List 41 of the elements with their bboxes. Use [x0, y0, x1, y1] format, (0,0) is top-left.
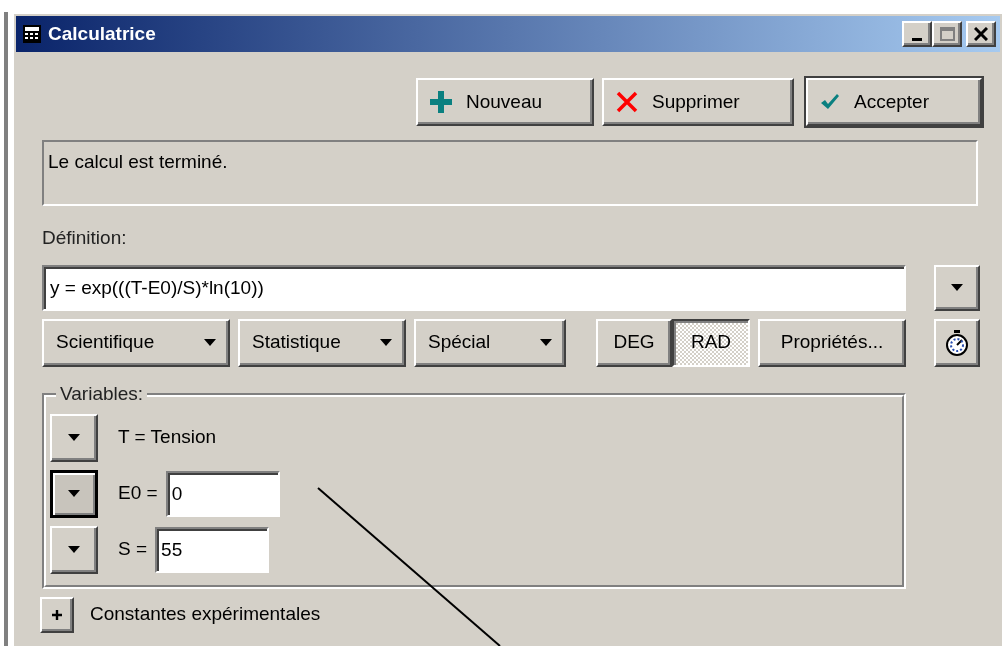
mode-toggle[interactable]: RAD	[672, 318, 750, 367]
toolbar-button[interactable]: Accepter	[806, 78, 982, 126]
caret-icon	[380, 339, 392, 346]
caret-icon	[540, 339, 552, 346]
status-message: Le calcul est terminé.	[42, 140, 978, 206]
caret-icon	[68, 546, 80, 553]
caret-icon	[68, 490, 80, 497]
calculator-icon	[22, 24, 42, 44]
section-label: Constantes expérimentales	[90, 602, 321, 627]
caret-icon	[68, 434, 80, 441]
variable-label: S =	[118, 537, 148, 562]
value-field[interactable]: 0	[165, 470, 280, 517]
variable-label: E0 =	[118, 481, 158, 506]
plus-icon	[52, 609, 62, 620]
caret-icon	[951, 284, 963, 291]
close-button[interactable]	[966, 21, 996, 47]
close-icon	[616, 91, 638, 113]
stopwatch-icon	[945, 329, 969, 356]
caret-icon	[204, 339, 216, 346]
mode-toggle[interactable]: DEG	[596, 318, 672, 367]
minimize-icon	[912, 37, 922, 41]
definition-label: Définition:	[42, 226, 128, 250]
variable-label: T = Tension	[118, 425, 217, 450]
definition-field[interactable]: y = exp(((T-E0)/S)*ln(10))	[42, 264, 906, 311]
expand-button[interactable]	[40, 596, 74, 633]
dropdown-button[interactable]	[50, 469, 98, 518]
maximize-button[interactable]	[932, 21, 962, 47]
menu-button[interactable]: Spécial	[414, 318, 566, 367]
toolbar-button[interactable]: Supprimer	[602, 78, 794, 126]
window-title: Calculatrice	[48, 21, 157, 46]
value-field[interactable]: 55	[155, 526, 270, 573]
menu-button[interactable]: Scientifique	[42, 318, 230, 367]
toolbar-button[interactable]: Nouveau	[416, 78, 594, 126]
maximize-icon	[939, 27, 955, 41]
plus-icon	[430, 91, 452, 113]
close-icon	[974, 27, 988, 41]
menu-button[interactable]: Statistique	[238, 318, 406, 367]
checkmark-icon	[820, 92, 840, 112]
minimize-button[interactable]	[902, 21, 932, 47]
properties-button[interactable]: Propriétés...	[758, 318, 906, 367]
stopwatch-button[interactable]	[934, 318, 980, 367]
